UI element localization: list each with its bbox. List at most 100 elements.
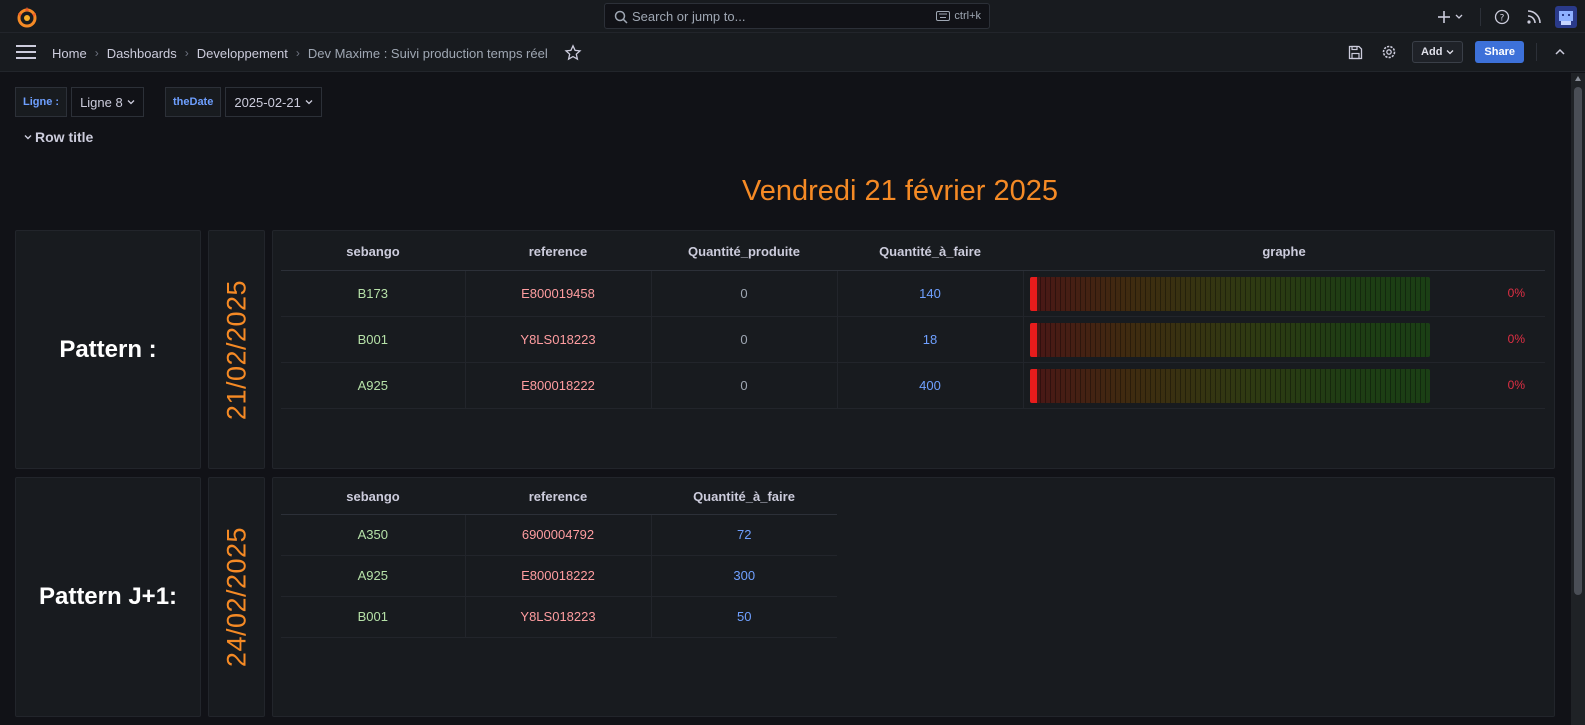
progress-percent: 0% — [1507, 285, 1525, 300]
cell-quantite-a-faire: 72 — [651, 514, 837, 556]
cell-quantite-a-faire: 300 — [651, 555, 837, 597]
variable-thedate-label: theDate — [165, 87, 222, 117]
column-header[interactable]: Quantité_produite — [651, 233, 837, 271]
chevron-up-icon — [1555, 48, 1565, 55]
plus-icon — [1438, 11, 1463, 23]
table-row: A925 E800018222 300 — [281, 555, 837, 597]
column-header[interactable]: reference — [465, 480, 651, 515]
table-header-row: sebango reference Quantité_produite Quan… — [281, 233, 1545, 271]
save-dashboard-button[interactable] — [1344, 41, 1366, 63]
variable-thedate-select[interactable]: 2025-02-21 — [225, 87, 322, 117]
variable-ligne: Ligne : Ligne 8 — [15, 87, 144, 117]
cell-reference: Y8LS018223 — [465, 596, 652, 638]
cell-graphe: 0% — [1023, 316, 1545, 363]
chevron-down-icon — [305, 100, 313, 105]
variable-ligne-select[interactable]: Ligne 8 — [71, 87, 144, 117]
progress-fill — [1029, 276, 1037, 311]
progress-gauge — [1029, 276, 1430, 311]
menu-icon[interactable] — [16, 44, 36, 60]
variable-ligne-label: Ligne : — [15, 87, 68, 117]
column-header[interactable]: sebango — [281, 480, 465, 515]
divider — [1480, 8, 1481, 26]
breadcrumb-separator: › — [184, 46, 189, 60]
pattern-today-panel: Pattern : — [15, 230, 201, 469]
rss-icon — [1527, 10, 1541, 24]
search-bar[interactable]: Search or jump to... ctrl+k — [604, 3, 990, 29]
table-row: A350 6900004792 72 — [281, 514, 837, 556]
search-placeholder: Search or jump to... — [632, 9, 746, 24]
grafana-logo-icon[interactable] — [15, 5, 39, 29]
pattern-next-table-panel: sebango reference Quantité_à_faire A350 … — [272, 477, 1555, 717]
add-button[interactable]: Add — [1412, 41, 1464, 63]
search-shortcut-text: ctrl+k — [954, 10, 981, 22]
progress-fill — [1029, 368, 1037, 403]
pattern-today-date-panel: 21/02/2025 — [208, 230, 265, 469]
new-menu-button[interactable] — [1434, 6, 1470, 28]
breadcrumb-separator: › — [94, 46, 99, 60]
news-button[interactable] — [1523, 6, 1545, 28]
gear-icon — [1382, 45, 1396, 59]
column-header[interactable]: graphe — [1023, 233, 1545, 271]
breadcrumb-separator: › — [295, 46, 300, 60]
cell-sebango: B173 — [281, 270, 466, 317]
add-button-label: Add — [1421, 46, 1443, 58]
progress-fill — [1029, 322, 1037, 357]
progress-gauge — [1029, 368, 1430, 403]
chevron-down-icon — [1446, 50, 1454, 55]
column-header[interactable]: sebango — [281, 233, 465, 271]
table-row: A925 E800018222 0 400 0% — [281, 362, 1545, 409]
page-scrollbar[interactable] — [1571, 73, 1585, 725]
search-icon — [614, 10, 628, 24]
nav-bar: Home › Dashboards › Developpement › Dev … — [0, 33, 1585, 72]
keyboard-icon — [936, 11, 951, 21]
cell-sebango: B001 — [281, 596, 466, 638]
help-button[interactable]: ? — [1491, 6, 1513, 28]
scrollbar-thumb[interactable] — [1574, 87, 1582, 595]
cell-graphe: 0% — [1023, 270, 1545, 317]
collapse-nav-button[interactable] — [1549, 41, 1571, 63]
cell-sebango: B001 — [281, 316, 466, 363]
cell-quantite-produite: 0 — [651, 270, 838, 317]
share-button[interactable]: Share — [1475, 41, 1524, 63]
pattern-today-title: Pattern : — [59, 335, 157, 363]
row-title: Row title — [35, 129, 94, 145]
column-header[interactable]: reference — [465, 233, 651, 271]
page-title: Vendredi 21 février 2025 — [742, 175, 1058, 207]
search-shortcut: ctrl+k — [936, 10, 981, 22]
table-row: B001 Y8LS018223 50 — [281, 596, 837, 638]
cell-reference: E800018222 — [465, 362, 652, 409]
progress-gauge — [1029, 322, 1430, 357]
user-avatar[interactable] — [1555, 6, 1577, 28]
cell-quantite-a-faire: 400 — [837, 362, 1024, 409]
star-icon[interactable] — [564, 44, 582, 62]
share-button-label: Share — [1484, 46, 1515, 58]
cell-reference: 6900004792 — [465, 514, 652, 556]
chevron-down-icon — [24, 135, 32, 140]
breadcrumb-home[interactable]: Home — [52, 46, 87, 61]
save-icon — [1348, 45, 1362, 59]
pattern-next-date: 24/02/2025 — [221, 526, 251, 668]
table-row: B173 E800019458 0 140 0% — [281, 270, 1545, 317]
breadcrumb: Home › Dashboards › Developpement › Dev … — [52, 44, 582, 62]
scroll-up-arrow[interactable] — [1575, 76, 1581, 81]
column-header[interactable]: Quantité_à_faire — [651, 480, 837, 515]
dashboard-settings-button[interactable] — [1378, 41, 1400, 63]
help-icon: ? — [1494, 9, 1510, 25]
pattern-next-table: sebango reference Quantité_à_faire A350 … — [281, 480, 837, 638]
pattern-today-table-panel: sebango reference Quantité_produite Quan… — [272, 230, 1555, 469]
breadcrumb-dashboard: Dev Maxime : Suivi production temps réel — [307, 45, 548, 61]
progress-percent: 0% — [1507, 377, 1525, 392]
cell-sebango: A350 — [281, 514, 466, 556]
column-header[interactable]: Quantité_à_faire — [837, 233, 1023, 271]
variable-thedate: theDate 2025-02-21 — [165, 87, 322, 117]
breadcrumb-folder[interactable]: Developpement — [197, 46, 288, 61]
table-header-row: sebango reference Quantité_à_faire — [281, 480, 837, 515]
cell-quantite-a-faire: 50 — [651, 596, 837, 638]
cell-reference: E800018222 — [465, 555, 652, 597]
cell-quantite-a-faire: 140 — [837, 270, 1024, 317]
pattern-today-date: 21/02/2025 — [221, 279, 251, 420]
cell-quantite-produite: 0 — [651, 362, 838, 409]
chevron-down-icon — [127, 100, 135, 105]
row-title-toggle[interactable]: Row title — [24, 129, 93, 145]
breadcrumb-dashboards[interactable]: Dashboards — [107, 46, 177, 61]
